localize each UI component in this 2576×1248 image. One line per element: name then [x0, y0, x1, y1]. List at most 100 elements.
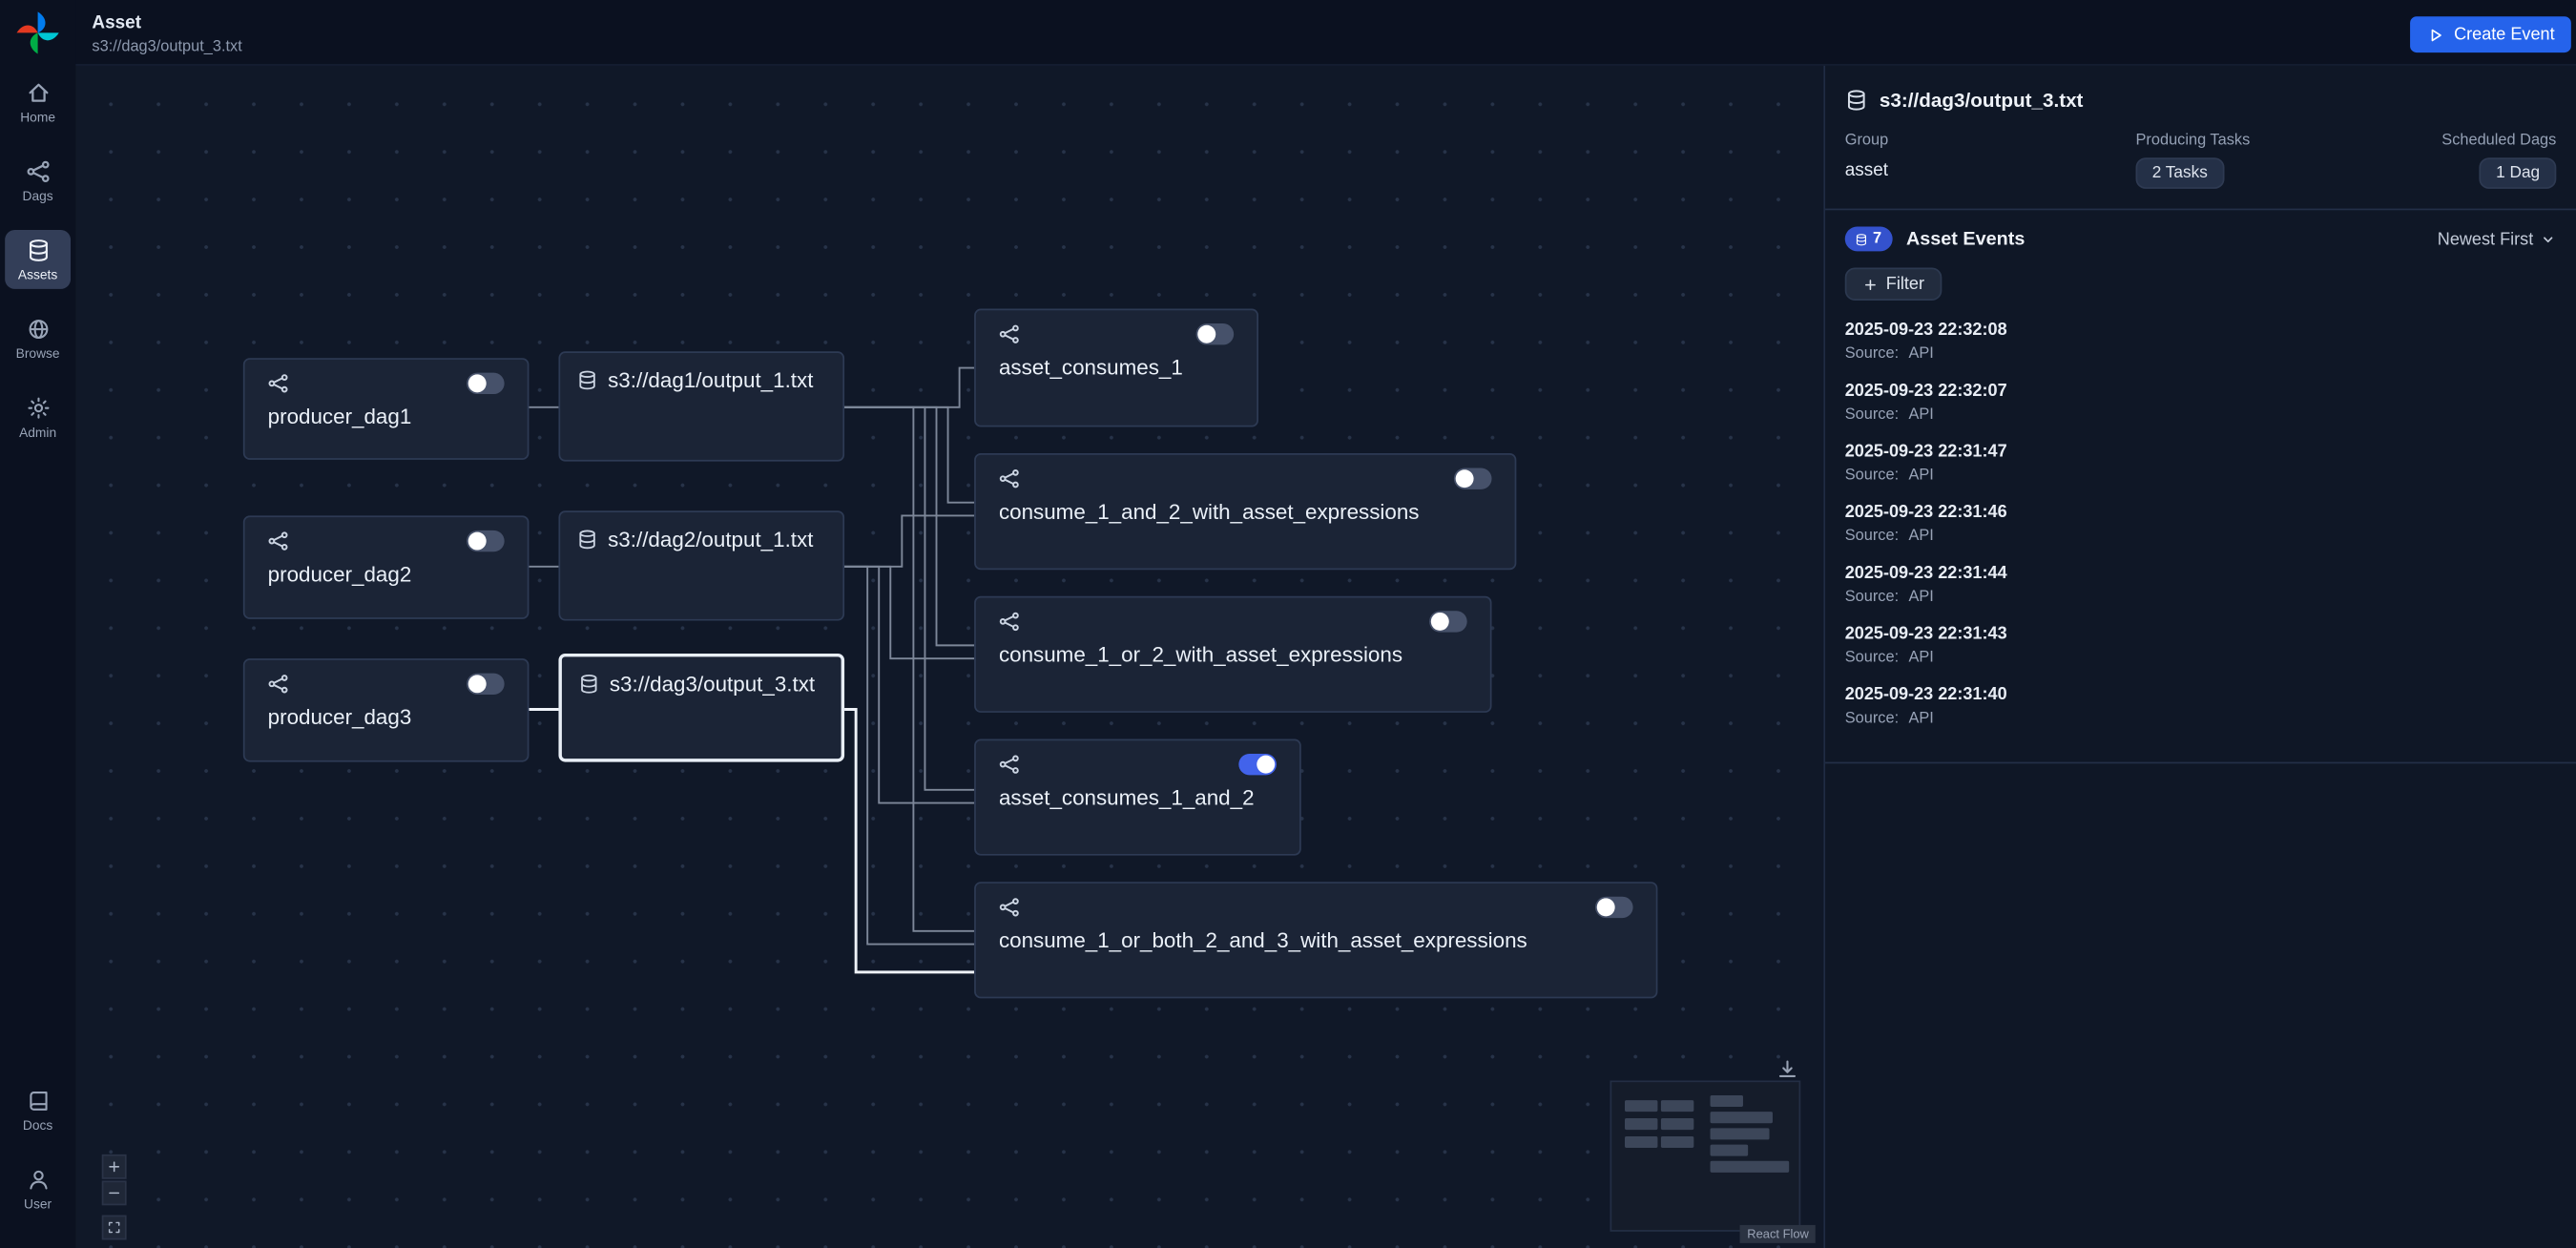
sidebar-item-docs[interactable]: Docs — [5, 1080, 71, 1139]
event-source: Source:API — [1845, 344, 2557, 363]
toggle-knob — [1431, 613, 1449, 631]
sidebar-item-label: Assets — [18, 268, 57, 282]
dag-pause-toggle[interactable] — [1595, 897, 1633, 918]
source-value: API — [1908, 649, 1933, 667]
sidebar-item-assets[interactable]: Assets — [5, 230, 71, 289]
dag-icon — [999, 754, 1020, 775]
minimap[interactable] — [1610, 1080, 1801, 1231]
toggle-knob — [1257, 756, 1275, 774]
asset-detail-panel: s3://dag3/output_3.txt Group asset Produ… — [1823, 66, 2576, 1248]
dag-pause-toggle[interactable] — [467, 530, 505, 551]
minimap-node — [1711, 1112, 1773, 1123]
source-label: Source: — [1845, 344, 1899, 363]
sidebar-item-home[interactable]: Home — [5, 73, 71, 132]
event-timestamp: 2025-09-23 22:31:44 — [1845, 563, 2557, 583]
create-event-button[interactable]: Create Event — [2410, 16, 2571, 52]
page-header: Asset s3://dag3/output_3.txt Create Even… — [75, 0, 2576, 66]
node-asset-consumes-1[interactable]: asset_consumes_1 — [974, 309, 1258, 427]
dags-icon — [26, 159, 51, 184]
scheduled-dags-button[interactable]: 1 Dag — [2480, 157, 2556, 189]
dag-pause-toggle[interactable] — [1238, 754, 1277, 775]
node-asset-consumes-1-and-2[interactable]: asset_consumes_1_and_2 — [974, 738, 1301, 855]
zoom-controls — [102, 1154, 127, 1241]
sidebar-item-user[interactable]: User — [5, 1159, 71, 1218]
sidebar-item-label: Dags — [23, 189, 53, 203]
minimap-node — [1711, 1128, 1770, 1139]
asset-graph-canvas[interactable]: producer_dag1 s3://dag1/output_1.txt pro… — [75, 66, 1823, 1248]
minimap-node — [1625, 1118, 1657, 1130]
filter-button[interactable]: Filter — [1845, 268, 1942, 301]
dag-pause-toggle[interactable] — [1454, 468, 1492, 489]
node-label: producer_dag3 — [268, 704, 505, 729]
plus-icon — [1863, 277, 1878, 291]
zoom-in-button[interactable] — [102, 1154, 127, 1179]
event-source: Source:API — [1845, 527, 2557, 545]
node-producer-dag1[interactable]: producer_dag1 — [243, 358, 530, 460]
dag-icon — [268, 674, 289, 695]
node-label: s3://dag1/output_1.txt — [608, 368, 813, 393]
dag-icon — [268, 530, 289, 551]
source-value: API — [1908, 467, 1933, 485]
dag-pause-toggle[interactable] — [1196, 323, 1235, 344]
database-icon — [576, 369, 597, 390]
airflow-logo[interactable] — [13, 9, 63, 58]
event-timestamp: 2025-09-23 22:31:47 — [1845, 442, 2557, 462]
sidebar-bottom: Docs User — [5, 1080, 71, 1238]
sidebar-item-label: Admin — [19, 426, 56, 440]
node-producer-dag3[interactable]: producer_dag3 — [243, 658, 530, 761]
minus-icon — [107, 1186, 121, 1200]
panel-header: s3://dag3/output_3.txt — [1845, 85, 2557, 114]
node-label: producer_dag1 — [268, 404, 505, 428]
producing-tasks-button[interactable]: 2 Tasks — [2136, 157, 2225, 189]
zoom-out-button[interactable] — [102, 1180, 127, 1205]
sidebar-item-browse[interactable]: Browse — [5, 309, 71, 368]
node-asset-dag1-output[interactable]: s3://dag1/output_1.txt — [558, 351, 844, 461]
node-consume-1-or-2[interactable]: consume_1_or_2_with_asset_expressions — [974, 596, 1491, 713]
node-consume-1-or-both-2-and-3[interactable]: consume_1_or_both_2_and_3_with_asset_exp… — [974, 882, 1657, 998]
node-label: asset_consumes_1 — [999, 355, 1234, 380]
toggle-knob — [1197, 325, 1215, 343]
asset-event-row: 2025-09-23 22:31:40 Source:API — [1845, 681, 2557, 742]
toggle-knob — [468, 675, 487, 693]
dag-pause-toggle[interactable] — [467, 674, 505, 695]
docs-book-icon — [26, 1089, 51, 1113]
sidebar-item-admin[interactable]: Admin — [5, 387, 71, 447]
meta-group: Group asset — [1845, 132, 2136, 189]
node-producer-dag2[interactable]: producer_dag2 — [243, 515, 530, 618]
dag-pause-toggle[interactable] — [1429, 611, 1467, 632]
panel-divider — [1825, 209, 2576, 211]
asset-event-row: 2025-09-23 22:31:46 Source:API — [1845, 499, 2557, 560]
node-label: s3://dag2/output_1.txt — [608, 527, 813, 551]
event-timestamp: 2025-09-23 22:31:46 — [1845, 503, 2557, 523]
sort-order-dropdown[interactable]: Newest First — [2438, 229, 2557, 249]
dag-icon — [999, 897, 1020, 918]
event-source: Source:API — [1845, 709, 2557, 727]
minimap-node — [1711, 1145, 1749, 1156]
minimap-node — [1711, 1095, 1743, 1107]
sidebar-item-dags[interactable]: Dags — [5, 151, 71, 210]
asset-event-row: 2025-09-23 22:31:47 Source: API — [1845, 439, 2557, 500]
dag-icon — [999, 468, 1020, 489]
assets-database-icon — [26, 239, 51, 263]
group-value: asset — [1845, 161, 1888, 181]
header-titles: Asset s3://dag3/output_3.txt — [92, 13, 241, 56]
node-consume-1-and-2[interactable]: consume_1_and_2_with_asset_expressions — [974, 453, 1516, 570]
fit-view-button[interactable] — [102, 1216, 127, 1240]
create-event-label: Create Event — [2454, 25, 2555, 45]
source-label: Source: — [1845, 406, 1899, 424]
source-value: API — [1908, 527, 1933, 545]
asset-event-row: 2025-09-23 22:31:44 Source:API — [1845, 560, 2557, 621]
source-label: Source: — [1845, 709, 1899, 727]
node-asset-dag2-output[interactable]: s3://dag2/output_1.txt — [558, 510, 844, 620]
toggle-knob — [1597, 898, 1615, 916]
minimap-node — [1661, 1136, 1693, 1148]
node-asset-dag3-output-selected[interactable]: s3://dag3/output_3.txt — [558, 654, 844, 762]
download-icon — [1776, 1057, 1798, 1080]
source-label: Source: — [1845, 467, 1899, 485]
reactflow-attribution[interactable]: React Flow — [1740, 1225, 1815, 1243]
node-label: producer_dag2 — [268, 562, 505, 587]
node-label: consume_1_or_both_2_and_3_with_asset_exp… — [999, 927, 1633, 952]
asset-events-title: Asset Events — [1906, 229, 2438, 249]
dag-pause-toggle[interactable] — [467, 373, 505, 394]
home-icon — [26, 80, 51, 105]
